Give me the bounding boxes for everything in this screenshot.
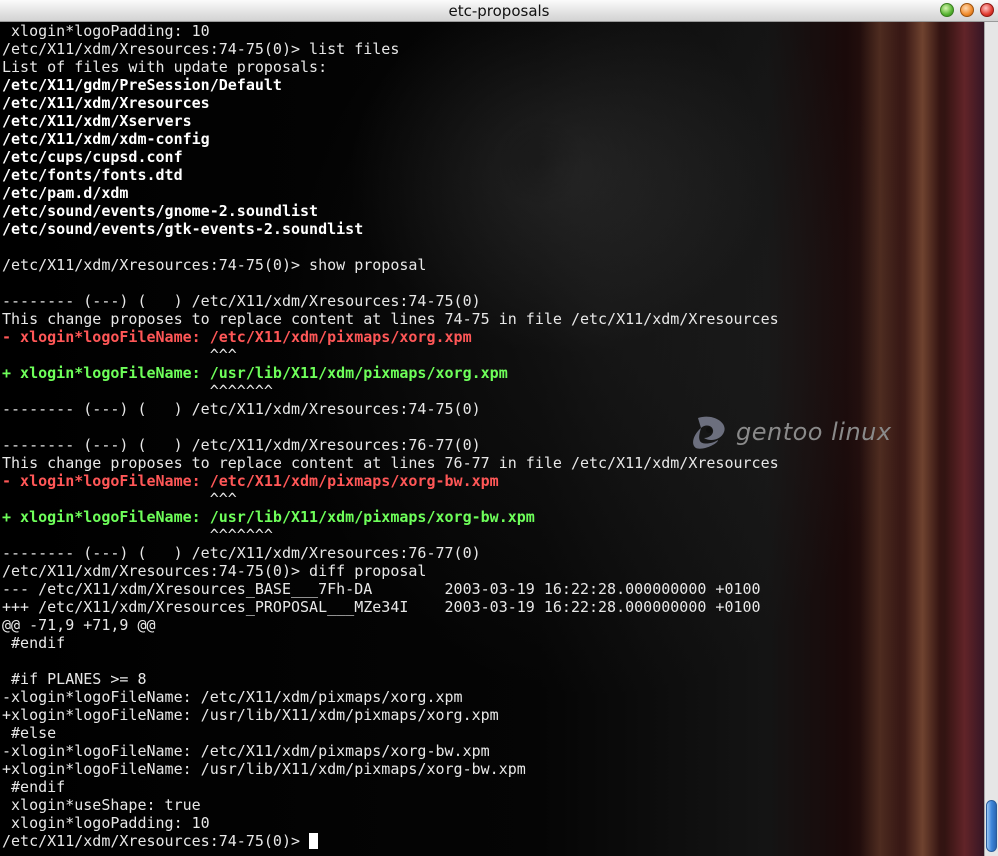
- terminal-line: -------- (---) ( ) /etc/X11/xdm/Xresourc…: [2, 292, 481, 310]
- terminal-line: /etc/sound/events/gnome-2.soundlist: [2, 202, 319, 220]
- terminal-line: -------- (---) ( ) /etc/X11/xdm/Xresourc…: [2, 544, 481, 562]
- terminal-line: -------- (---) ( ) /etc/X11/xdm/Xresourc…: [2, 400, 481, 418]
- terminal-line: ^^^^^^^: [2, 382, 273, 400]
- terminal-area[interactable]: gentoo linux xlogin*logoPadding: 10/etc/…: [0, 22, 984, 856]
- minimize-icon[interactable]: [940, 3, 954, 17]
- prompt-text: /etc/X11/xdm/Xresources:74-75(0)>: [2, 832, 310, 850]
- terminal-line: -xlogin*logoFileName: /etc/X11/xdm/pixma…: [2, 742, 490, 760]
- terminal-line: #else: [2, 724, 57, 742]
- terminal-line: --- /etc/X11/xdm/Xresources_BASE___7Fh-D…: [2, 580, 761, 598]
- terminal-line: /etc/X11/xdm/Xresources:74-75(0)> show p…: [2, 256, 427, 274]
- terminal-line: #endif: [2, 634, 66, 652]
- terminal-line: /etc/X11/xdm/Xresources:74-75(0)> list f…: [2, 40, 400, 58]
- window-title: etc-proposals: [448, 2, 550, 20]
- terminal-line: xlogin*logoPadding: 10: [2, 814, 210, 832]
- terminal-line: #endif: [2, 778, 66, 796]
- terminal-line: xlogin*logoPadding: 10: [2, 22, 210, 40]
- terminal-line: /etc/X11/xdm/Xresources:74-75(0)> diff p…: [2, 562, 427, 580]
- terminal-line: /etc/X11/gdm/PreSession/Default: [2, 76, 282, 94]
- wallpaper-curtain: [905, 22, 940, 856]
- terminal-line: /etc/X11/xdm/Xresources: [2, 94, 210, 112]
- terminal-line: - xlogin*logoFileName: /etc/X11/xdm/pixm…: [2, 472, 499, 490]
- vertical-scrollbar[interactable]: [984, 22, 998, 856]
- terminal-line: + xlogin*logoFileName: /usr/lib/X11/xdm/…: [2, 364, 508, 382]
- wallpaper-curtain: [945, 22, 984, 856]
- terminal-line: /etc/X11/xdm/Xservers: [2, 112, 192, 130]
- terminal-line: +++ /etc/X11/xdm/Xresources_PROPOSAL___M…: [2, 598, 761, 616]
- terminal-output[interactable]: xlogin*logoPadding: 10/etc/X11/xdm/Xreso…: [2, 22, 779, 850]
- terminal-line: List of files with update proposals:: [2, 58, 328, 76]
- terminal-line: ^^^: [2, 346, 237, 364]
- terminal-line: /etc/cups/cupsd.conf: [2, 148, 183, 166]
- terminal-line: -------- (---) ( ) /etc/X11/xdm/Xresourc…: [2, 436, 481, 454]
- terminal-line: This change proposes to replace content …: [2, 454, 779, 472]
- terminal-line: +xlogin*logoFileName: /usr/lib/X11/xdm/p…: [2, 760, 526, 778]
- scrollbar-thumb[interactable]: [986, 800, 997, 852]
- terminal-line: - xlogin*logoFileName: /etc/X11/xdm/pixm…: [2, 328, 472, 346]
- terminal-line: /etc/X11/xdm/xdm-config: [2, 130, 210, 148]
- text-cursor: [309, 833, 319, 849]
- terminal-line: + xlogin*logoFileName: /usr/lib/X11/xdm/…: [2, 508, 535, 526]
- terminal-line: -xlogin*logoFileName: /etc/X11/xdm/pixma…: [2, 688, 463, 706]
- close-icon[interactable]: [980, 3, 994, 17]
- terminal-line: +xlogin*logoFileName: /usr/lib/X11/xdm/p…: [2, 706, 499, 724]
- terminal-line: #if PLANES >= 8: [2, 670, 147, 688]
- terminal-line: xlogin*useShape: true: [2, 796, 201, 814]
- title-bar[interactable]: etc-proposals: [0, 0, 998, 22]
- terminal-line: ^^^^^^^: [2, 526, 273, 544]
- maximize-icon[interactable]: [960, 3, 974, 17]
- terminal-line: ^^^: [2, 490, 237, 508]
- terminal-line: /etc/sound/events/gtk-events-2.soundlist: [2, 220, 364, 238]
- terminal-line: /etc/pam.d/xdm: [2, 184, 129, 202]
- terminal-line: /etc/fonts/fonts.dtd: [2, 166, 183, 184]
- terminal-line: @@ -71,9 +71,9 @@: [2, 616, 156, 634]
- terminal-prompt-line[interactable]: /etc/X11/xdm/Xresources:74-75(0)>: [2, 832, 779, 850]
- terminal-line: This change proposes to replace content …: [2, 310, 779, 328]
